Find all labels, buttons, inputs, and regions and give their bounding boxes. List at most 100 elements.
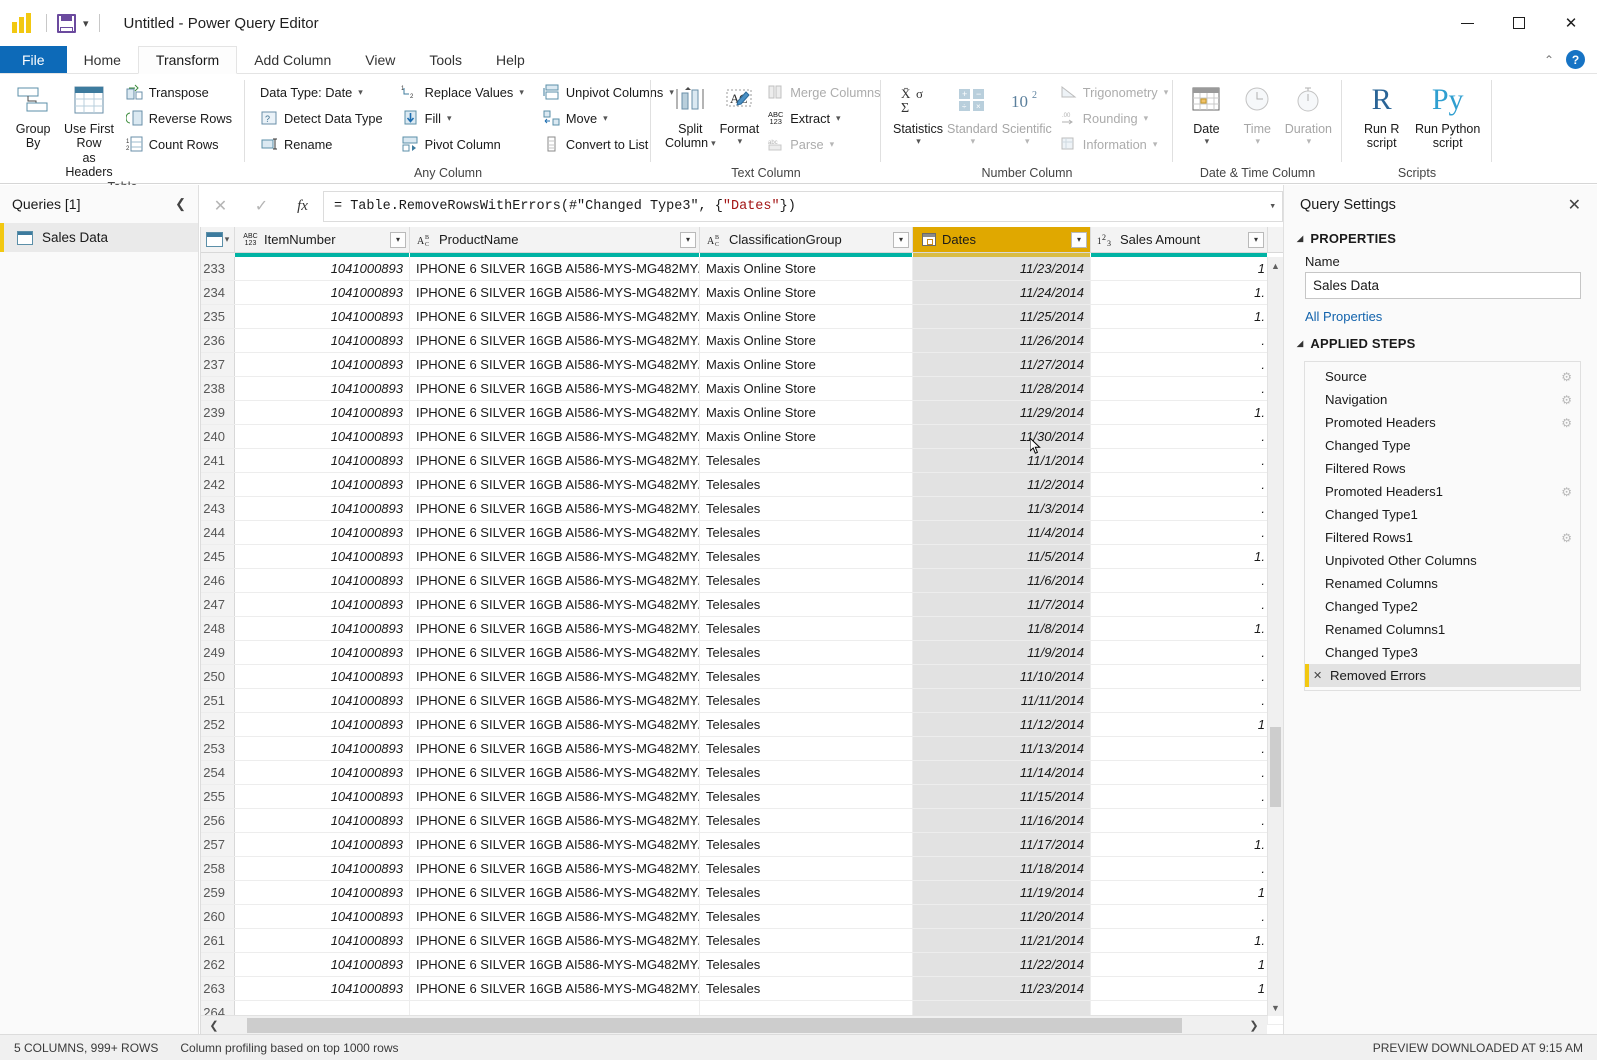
- cell-dates[interactable]: 11/25/2014: [913, 305, 1091, 328]
- cell-sales-amount[interactable]: .: [1091, 905, 1268, 928]
- cell-sales-amount[interactable]: .: [1091, 737, 1268, 760]
- applied-step-item[interactable]: Changed Type2: [1305, 595, 1580, 618]
- help-icon[interactable]: ?: [1566, 50, 1585, 69]
- cell-classificationgroup[interactable]: Maxis Online Store: [700, 425, 913, 448]
- table-row[interactable]: 238 1041000893 IPHONE 6 SILVER 16GB AI586-…: [201, 377, 1283, 401]
- cell-sales-amount[interactable]: .: [1091, 449, 1268, 472]
- cell-itemnumber[interactable]: 1041000893: [235, 737, 410, 760]
- cell-itemnumber[interactable]: 1041000893: [235, 617, 410, 640]
- cell-dates[interactable]: 11/15/2014: [913, 785, 1091, 808]
- step-settings-gear-icon[interactable]: ⚙: [1561, 416, 1572, 430]
- cell-classificationgroup[interactable]: Telesales: [700, 785, 913, 808]
- cell-dates[interactable]: 11/12/2014: [913, 713, 1091, 736]
- move-caret-icon[interactable]: ▾: [603, 113, 608, 124]
- cell-productname[interactable]: IPHONE 6 SILVER 16GB AI586-MYS-MG482MY/A: [410, 833, 700, 856]
- corner-caret-icon[interactable]: ▾: [225, 234, 230, 245]
- row-number-cell[interactable]: 237: [201, 353, 235, 376]
- tab-tools[interactable]: Tools: [412, 46, 479, 73]
- cell-itemnumber[interactable]: 1041000893: [235, 857, 410, 880]
- applied-step-item[interactable]: Changed Type1: [1305, 503, 1580, 526]
- format-caret-icon[interactable]: ▾: [738, 136, 743, 146]
- cell-sales-amount[interactable]: .: [1091, 665, 1268, 688]
- cell-classificationgroup[interactable]: Telesales: [700, 881, 913, 904]
- cell-productname[interactable]: IPHONE 6 SILVER 16GB AI586-MYS-MG482MY/A: [410, 545, 700, 568]
- row-number-cell[interactable]: 241: [201, 449, 235, 472]
- cell-dates[interactable]: 11/8/2014: [913, 617, 1091, 640]
- row-number-cell[interactable]: 252: [201, 713, 235, 736]
- row-number-cell[interactable]: 248: [201, 617, 235, 640]
- cell-productname[interactable]: IPHONE 6 SILVER 16GB AI586-MYS-MG482MY/A: [410, 641, 700, 664]
- applied-steps-section-header[interactable]: ◢ APPLIED STEPS: [1284, 330, 1597, 355]
- cell-productname[interactable]: IPHONE 6 SILVER 16GB AI586-MYS-MG482MY/A: [410, 569, 700, 592]
- cell-itemnumber[interactable]: 1041000893: [235, 833, 410, 856]
- row-number-cell[interactable]: 263: [201, 977, 235, 1000]
- table-row[interactable]: 263 1041000893 IPHONE 6 SILVER 16GB AI586-…: [201, 977, 1283, 1001]
- row-number-cell[interactable]: 255: [201, 785, 235, 808]
- run-r-script-button[interactable]: R Run R script: [1352, 79, 1411, 151]
- cell-sales-amount[interactable]: 1: [1091, 881, 1268, 904]
- cell-sales-amount[interactable]: .: [1091, 785, 1268, 808]
- cell-dates[interactable]: 11/27/2014: [913, 353, 1091, 376]
- row-number-cell[interactable]: 261: [201, 929, 235, 952]
- cell-dates[interactable]: 11/6/2014: [913, 569, 1091, 592]
- step-settings-gear-icon[interactable]: ⚙: [1561, 485, 1572, 499]
- query-name-input[interactable]: Sales Data: [1305, 272, 1581, 299]
- cell-itemnumber[interactable]: 1041000893: [235, 665, 410, 688]
- row-number-cell[interactable]: 258: [201, 857, 235, 880]
- applied-step-item[interactable]: Renamed Columns1: [1305, 618, 1580, 641]
- step-settings-gear-icon[interactable]: ⚙: [1561, 370, 1572, 384]
- cell-productname[interactable]: IPHONE 6 SILVER 16GB AI586-MYS-MG482MY/A: [410, 881, 700, 904]
- cell-classificationgroup[interactable]: Telesales: [700, 617, 913, 640]
- row-number-cell[interactable]: 239: [201, 401, 235, 424]
- row-number-cell[interactable]: 257: [201, 833, 235, 856]
- applied-steps-expand-icon[interactable]: ◢: [1297, 339, 1303, 348]
- cell-itemnumber[interactable]: 1041000893: [235, 545, 410, 568]
- cell-productname[interactable]: IPHONE 6 SILVER 16GB AI586-MYS-MG482MY/A: [410, 377, 700, 400]
- rename-button[interactable]: Rename: [255, 132, 388, 156]
- cell-dates[interactable]: 11/10/2014: [913, 665, 1091, 688]
- row-number-cell[interactable]: 246: [201, 569, 235, 592]
- cell-productname[interactable]: IPHONE 6 SILVER 16GB AI586-MYS-MG482MY/A: [410, 809, 700, 832]
- collapse-queries-pane-icon[interactable]: ❮: [175, 196, 186, 212]
- row-number-cell[interactable]: 250: [201, 665, 235, 688]
- table-row[interactable]: 261 1041000893 IPHONE 6 SILVER 16GB AI586-…: [201, 929, 1283, 953]
- cell-classificationgroup[interactable]: Telesales: [700, 713, 913, 736]
- cell-dates[interactable]: 11/3/2014: [913, 497, 1091, 520]
- cell-classificationgroup[interactable]: Telesales: [700, 905, 913, 928]
- applied-step-item[interactable]: Source ⚙: [1305, 365, 1580, 388]
- cell-dates[interactable]: 11/7/2014: [913, 593, 1091, 616]
- table-row[interactable]: 242 1041000893 IPHONE 6 SILVER 16GB AI586-…: [201, 473, 1283, 497]
- cell-dates[interactable]: 11/28/2014: [913, 377, 1091, 400]
- applied-step-item[interactable]: ✕ Removed Errors: [1305, 664, 1580, 687]
- cell-productname[interactable]: IPHONE 6 SILVER 16GB AI586-MYS-MG482MY/A: [410, 497, 700, 520]
- grid-horizontal-scrollbar[interactable]: ❮ ❯: [201, 1015, 1267, 1034]
- cell-productname[interactable]: IPHONE 6 SILVER 16GB AI586-MYS-MG482MY/A: [410, 521, 700, 544]
- cell-sales-amount[interactable]: .: [1091, 425, 1268, 448]
- applied-step-item[interactable]: Filtered Rows1 ⚙: [1305, 526, 1580, 549]
- cell-sales-amount[interactable]: .: [1091, 329, 1268, 352]
- cell-itemnumber[interactable]: 1041000893: [235, 761, 410, 784]
- cell-productname[interactable]: IPHONE 6 SILVER 16GB AI586-MYS-MG482MY/A: [410, 425, 700, 448]
- cell-sales-amount[interactable]: 1: [1091, 953, 1268, 976]
- cell-classificationgroup[interactable]: Telesales: [700, 593, 913, 616]
- scroll-down-button[interactable]: ▼: [1268, 999, 1283, 1016]
- cell-productname[interactable]: IPHONE 6 SILVER 16GB AI586-MYS-MG482MY/A: [410, 953, 700, 976]
- use-first-row-as-headers-button[interactable]: Use First Row as Headers: [58, 79, 119, 180]
- cell-itemnumber[interactable]: 1041000893: [235, 929, 410, 952]
- row-number-cell[interactable]: 245: [201, 545, 235, 568]
- row-number-cell[interactable]: 243: [201, 497, 235, 520]
- cell-classificationgroup[interactable]: Maxis Online Store: [700, 257, 913, 280]
- save-icon[interactable]: [57, 13, 76, 33]
- horizontal-scroll-track[interactable]: [227, 1016, 1241, 1035]
- row-number-cell[interactable]: 249: [201, 641, 235, 664]
- table-row[interactable]: 248 1041000893 IPHONE 6 SILVER 16GB AI586-…: [201, 617, 1283, 641]
- table-row[interactable]: 235 1041000893 IPHONE 6 SILVER 16GB AI586-…: [201, 305, 1283, 329]
- cell-sales-amount[interactable]: 1.: [1091, 281, 1268, 304]
- cell-sales-amount[interactable]: .: [1091, 689, 1268, 712]
- tab-transform[interactable]: Transform: [137, 46, 238, 74]
- remove-step-icon[interactable]: ✕: [1313, 669, 1325, 682]
- cell-classificationgroup[interactable]: Maxis Online Store: [700, 353, 913, 376]
- cell-classificationgroup[interactable]: Telesales: [700, 737, 913, 760]
- formula-input[interactable]: = Table.RemoveRowsWithErrors(#"Changed T…: [323, 190, 1283, 222]
- detect-data-type-button[interactable]: ? Detect Data Type: [255, 106, 388, 130]
